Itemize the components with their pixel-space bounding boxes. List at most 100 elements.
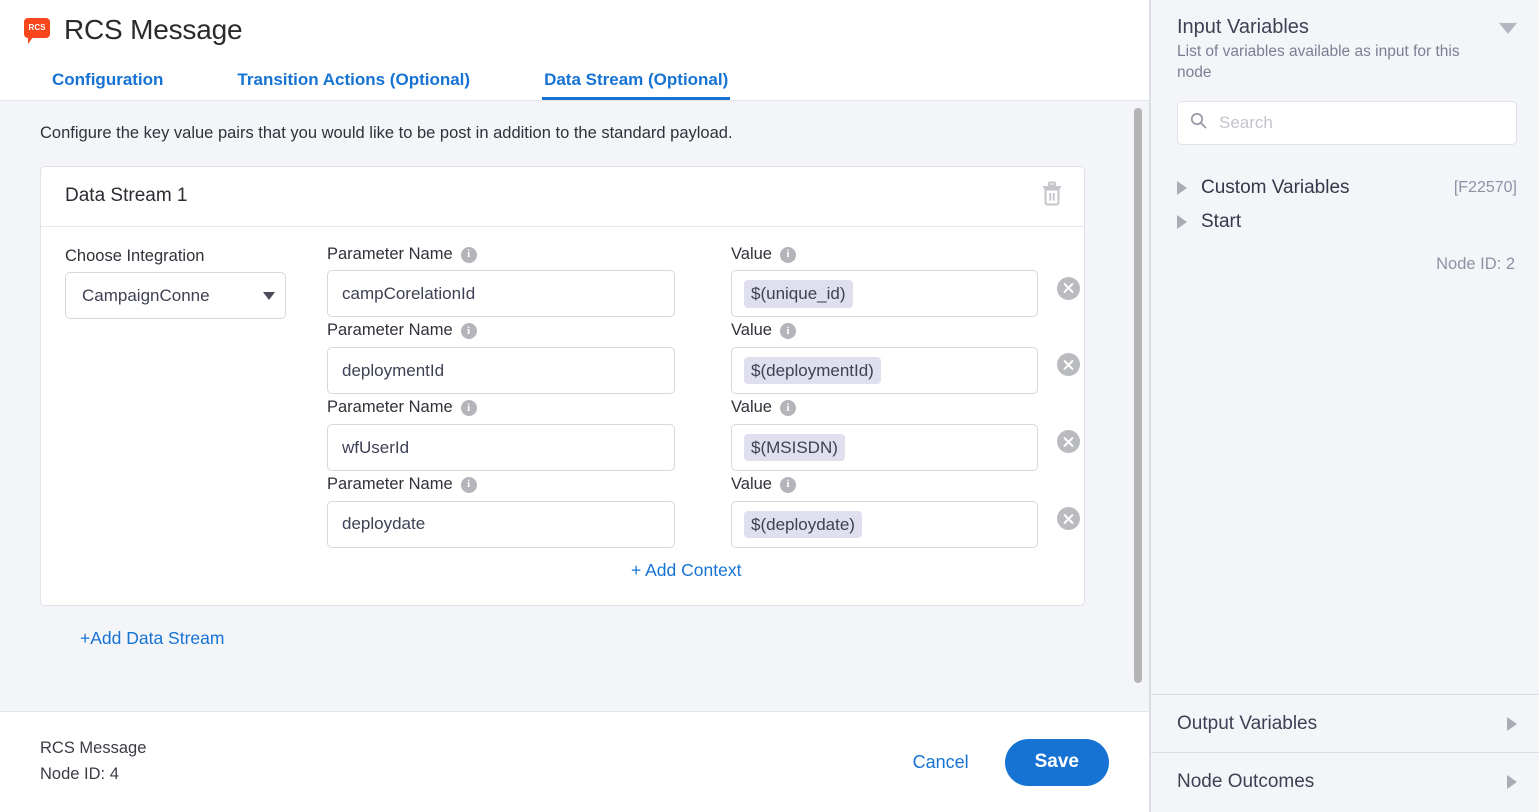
tab-configuration[interactable]: Configuration — [52, 71, 163, 100]
info-icon[interactable]: i — [780, 477, 796, 493]
parameter-value-input[interactable]: $(unique_id) — [731, 270, 1038, 317]
chevron-right-icon[interactable] — [1177, 181, 1187, 195]
data-stream-card-body: Choose Integration CampaignConne — [41, 227, 1084, 605]
remove-parameter-icon[interactable] — [1057, 507, 1080, 530]
parameter-value-cell: Value i $(unique_id) — [731, 245, 1043, 318]
parameters-column: Parameter Name i Value i — [325, 245, 1080, 581]
parameter-name-label: Parameter Name — [327, 245, 453, 265]
tree-item-badge: [F22570] — [1454, 179, 1517, 197]
sidebar-section-label: Node Outcomes — [1177, 771, 1314, 793]
parameter-name-cell: Parameter Name i — [327, 245, 707, 318]
parameter-row: Parameter Name i Value i — [327, 398, 1080, 471]
integration-label: Choose Integration — [65, 247, 204, 267]
value-label-wrap: Value i — [731, 245, 1043, 265]
add-data-stream-link[interactable]: +Add Data Stream — [40, 628, 1109, 649]
remove-parameter-icon[interactable] — [1057, 277, 1080, 300]
parameter-row: Parameter Name i Value i — [327, 245, 1080, 318]
value-label-wrap: Value i — [731, 398, 1043, 418]
parameter-value-cell: Value i $(deploymentId) — [731, 321, 1043, 394]
sidebar-subtitle: List of variables available as input for… — [1177, 42, 1487, 83]
remove-parameter-icon[interactable] — [1057, 430, 1080, 453]
sidebar-top-section: Input Variables List of variables availa… — [1151, 0, 1539, 694]
sidebar-title: Input Variables — [1177, 16, 1309, 39]
sidebar-section-output-variables[interactable]: Output Variables — [1151, 694, 1539, 752]
sidebar-header: Input Variables — [1177, 16, 1517, 39]
search-input[interactable] — [1217, 112, 1504, 134]
main-scrollbar-thumb[interactable] — [1134, 108, 1142, 683]
main-scrollbar-track[interactable] — [1134, 101, 1146, 711]
value-label: Value — [731, 398, 772, 418]
variable-chip: $(deploymentId) — [744, 357, 881, 384]
parameter-name-input[interactable] — [327, 270, 675, 317]
panel-header: RCS RCS Message Configuration Transition… — [0, 0, 1149, 101]
info-icon[interactable]: i — [780, 400, 796, 416]
tree-item-label: Start — [1201, 211, 1241, 233]
parameter-name-label-wrap: Parameter Name i — [327, 475, 707, 495]
integration-select-value: CampaignConne — [82, 286, 259, 306]
parameter-name-cell: Parameter Name i — [327, 321, 707, 394]
value-label: Value — [731, 321, 772, 341]
parameter-remove-cell — [1057, 475, 1080, 530]
info-icon[interactable]: i — [461, 323, 477, 339]
parameter-value-input[interactable]: $(deploymentId) — [731, 347, 1038, 394]
title-row: RCS RCS Message — [0, 0, 1149, 52]
cancel-button[interactable]: Cancel — [903, 746, 979, 779]
variable-chip: $(MSISDN) — [744, 434, 845, 461]
data-stream-title: Data Stream 1 — [65, 185, 188, 207]
value-label: Value — [731, 475, 772, 495]
parameter-value-input[interactable]: $(deploydate) — [731, 501, 1038, 548]
tab-bar: Configuration Transition Actions (Option… — [0, 52, 1149, 100]
parameter-remove-cell — [1057, 398, 1080, 453]
sidebar-section-label: Output Variables — [1177, 713, 1317, 735]
add-context-link[interactable]: + Add Context — [327, 560, 1080, 581]
integration-select[interactable]: CampaignConne — [65, 272, 286, 319]
app-root: RCS RCS Message Configuration Transition… — [0, 0, 1539, 812]
chevron-right-icon[interactable] — [1177, 215, 1187, 229]
variables-tree: Custom Variables [F22570] Start Node ID:… — [1177, 171, 1517, 274]
parameter-name-label-wrap: Parameter Name i — [327, 245, 707, 265]
parameter-name-label: Parameter Name — [327, 398, 453, 418]
chevron-down-icon[interactable] — [1499, 23, 1517, 34]
data-stream-card-header: Data Stream 1 — [41, 167, 1084, 227]
info-icon[interactable]: i — [780, 247, 796, 263]
info-icon[interactable]: i — [461, 400, 477, 416]
panel-footer: RCS Message Node ID: 4 Cancel Save — [0, 711, 1149, 812]
info-icon[interactable]: i — [461, 477, 477, 493]
parameter-value-input[interactable]: $(MSISDN) — [731, 424, 1038, 471]
parameter-name-cell: Parameter Name i — [327, 398, 707, 471]
footer-node-meta: RCS Message Node ID: 4 — [40, 736, 146, 787]
data-stream-card: Data Stream 1 — [40, 166, 1085, 606]
parameter-name-input[interactable] — [327, 347, 675, 394]
footer-actions: Cancel Save — [903, 739, 1109, 786]
sidebar-search-box[interactable] — [1177, 101, 1517, 145]
sidebar-section-node-outcomes[interactable]: Node Outcomes — [1151, 752, 1539, 810]
info-icon[interactable]: i — [780, 323, 796, 339]
page-title: RCS Message — [64, 14, 242, 46]
tree-item-start[interactable]: Start — [1177, 205, 1517, 239]
rcs-icon-text: RCS — [29, 24, 46, 32]
value-label-wrap: Value i — [731, 321, 1043, 341]
chevron-right-icon — [1507, 717, 1517, 731]
input-variables-sidebar: Input Variables List of variables availa… — [1150, 0, 1539, 812]
trash-icon[interactable] — [1040, 181, 1064, 212]
parameter-value-cell: Value i $(MSISDN) — [731, 398, 1043, 471]
rcs-message-icon: RCS — [24, 18, 50, 44]
variable-chip: $(deploydate) — [744, 511, 862, 538]
value-label: Value — [731, 245, 772, 265]
tab-transition-actions[interactable]: Transition Actions (Optional) — [237, 71, 470, 100]
tree-item-custom-variables[interactable]: Custom Variables [F22570] — [1177, 171, 1517, 205]
parameter-name-input[interactable] — [327, 501, 675, 548]
variable-chip: $(unique_id) — [744, 280, 853, 307]
integration-column: Choose Integration CampaignConne — [65, 245, 325, 581]
integration-label-wrap: Choose Integration — [65, 247, 325, 267]
remove-parameter-icon[interactable] — [1057, 353, 1080, 376]
parameter-name-label: Parameter Name — [327, 475, 453, 495]
parameter-name-input[interactable] — [327, 424, 675, 471]
panel-body: Configure the key value pairs that you w… — [0, 101, 1149, 711]
parameter-name-cell: Parameter Name i — [327, 475, 707, 548]
info-icon[interactable]: i — [461, 247, 477, 263]
parameter-row: Parameter Name i Value i — [327, 475, 1080, 548]
intro-description: Configure the key value pairs that you w… — [40, 123, 1109, 144]
save-button[interactable]: Save — [1005, 739, 1109, 786]
tab-data-stream[interactable]: Data Stream (Optional) — [544, 71, 728, 100]
